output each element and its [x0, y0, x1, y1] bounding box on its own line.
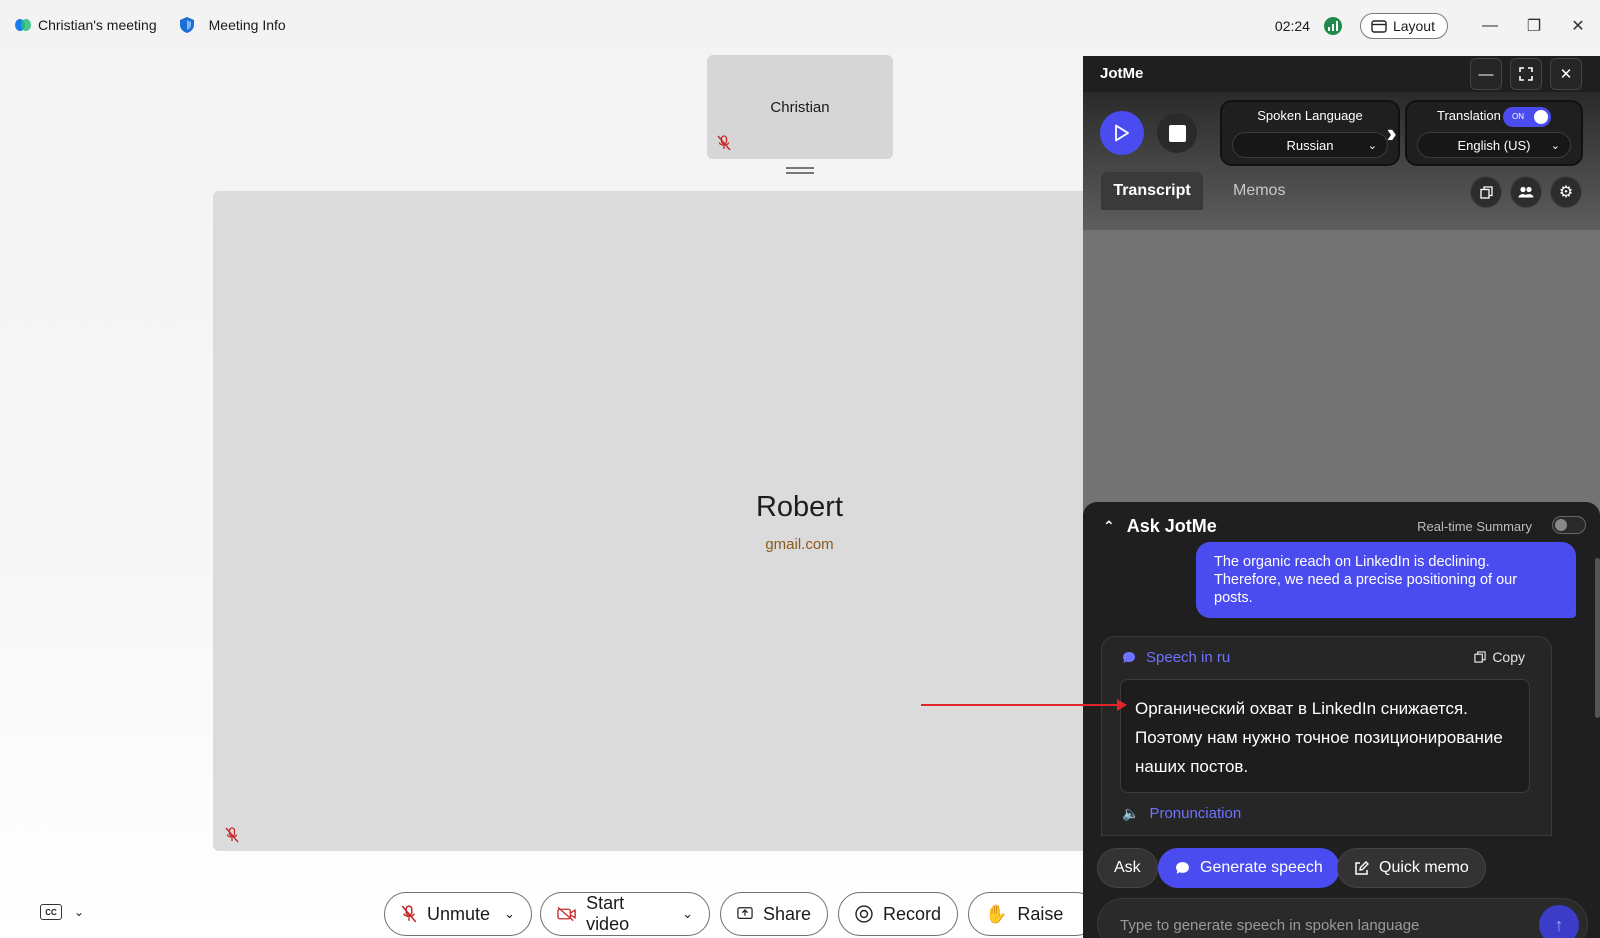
- start-video-label: Start video: [586, 893, 630, 934]
- share-screen-icon: [737, 907, 753, 920]
- meeting-title[interactable]: Christian's meeting: [14, 17, 157, 33]
- resize-handle[interactable]: [786, 167, 814, 174]
- meeting-info-label: Meeting Info: [208, 17, 286, 33]
- copy-icon: [1474, 651, 1486, 663]
- chevron-down-icon: ⌄: [1550, 139, 1560, 152]
- pronunciation-button[interactable]: 🔈 Pronunciation: [1122, 805, 1241, 822]
- raise-hand-icon: ✋: [985, 903, 1008, 924]
- ask-jotme-panel: ⌃ Ask JotMe Real-time Summary The organi…: [1083, 502, 1600, 938]
- arrow-up-icon: ↑: [1554, 914, 1564, 935]
- copy-button[interactable]: Copy: [1474, 649, 1525, 665]
- spoken-language-label: Spoken Language: [1257, 108, 1363, 123]
- jotme-fullscreen-button[interactable]: [1510, 58, 1542, 90]
- record-label: Record: [882, 903, 941, 924]
- generate-speech-button[interactable]: Generate speech: [1158, 848, 1340, 888]
- unmute-label: Unmute: [427, 903, 491, 924]
- play-button[interactable]: [1100, 111, 1144, 155]
- tab-memos[interactable]: Memos: [1233, 172, 1285, 210]
- chevron-down-icon: ⌄: [1367, 139, 1377, 152]
- realtime-summary-toggle[interactable]: [1552, 516, 1586, 534]
- annotation-arrow-line: [921, 704, 1118, 706]
- participants-button[interactable]: [1510, 176, 1542, 208]
- closed-captions-icon: CC: [40, 904, 62, 920]
- thumbnail-participant-name: Christian: [770, 99, 830, 116]
- shield-icon: [179, 17, 194, 33]
- copy-transcript-button[interactable]: [1470, 176, 1502, 208]
- chat-bubble-icon: [1176, 862, 1189, 874]
- speech-card: Speech in ru Copy Органический охват в L…: [1101, 636, 1552, 836]
- share-button[interactable]: Share: [720, 892, 828, 936]
- mic-muted-icon: [401, 905, 417, 923]
- chat-bubble-icon: [1123, 652, 1135, 663]
- user-message-bubble: The organic reach on LinkedIn is declini…: [1196, 542, 1576, 618]
- speech-input[interactable]: [1120, 913, 1520, 937]
- mic-muted-icon: [225, 827, 239, 843]
- jotme-minimize-button[interactable]: —: [1470, 58, 1502, 90]
- layout-button[interactable]: Layout: [1359, 13, 1448, 39]
- scrollbar[interactable]: [1595, 558, 1600, 718]
- share-label: Share: [762, 903, 811, 924]
- title-bar: Christian's meeting Meeting Info 02:24 L…: [0, 0, 1600, 52]
- speech-input-container: ↑: [1097, 898, 1588, 938]
- jotme-title: JotMe: [1100, 65, 1144, 82]
- record-icon: [855, 905, 873, 923]
- chevron-down-icon[interactable]: ⌄: [504, 906, 515, 922]
- ask-jotme-title: Ask JotMe: [1126, 516, 1217, 536]
- layout-label: Layout: [1392, 18, 1435, 34]
- mic-muted-icon: [717, 135, 731, 151]
- meeting-title-text: Christian's meeting: [38, 17, 157, 33]
- closed-captions-button[interactable]: CC ⌄: [40, 904, 84, 920]
- generated-speech-text: Органический охват в LinkedIn снижается.…: [1120, 679, 1530, 793]
- speaker-icon: 🔈: [1122, 805, 1140, 821]
- realtime-summary-label: Real-time Summary: [1417, 519, 1532, 534]
- webex-logo-icon: [15, 19, 31, 31]
- users-icon: [1518, 186, 1534, 198]
- chevron-down-icon: ⌄: [74, 905, 85, 919]
- send-button[interactable]: ↑: [1539, 905, 1579, 938]
- spoken-language-select[interactable]: Russian ⌄: [1232, 132, 1388, 158]
- start-video-button[interactable]: Start video ⌄: [540, 892, 710, 936]
- settings-button[interactable]: ⚙: [1550, 176, 1582, 208]
- raise-hand-button[interactable]: ✋ Raise ☺: [968, 892, 1102, 936]
- ask-button[interactable]: Ask: [1097, 848, 1158, 888]
- gear-icon: ⚙: [1558, 184, 1574, 201]
- tab-transcript[interactable]: Transcript: [1101, 172, 1203, 210]
- jotme-close-button[interactable]: ✕: [1550, 58, 1582, 90]
- chevron-down-icon[interactable]: ⌄: [682, 906, 693, 922]
- restore-window-button[interactable]: ❐: [1512, 12, 1556, 40]
- jotme-panel: JotMe — ✕ Spoken Language Russian ⌄ ›› T…: [1083, 56, 1600, 938]
- record-button[interactable]: Record: [838, 892, 958, 936]
- spoken-language-box: Spoken Language Russian ⌄: [1220, 100, 1400, 166]
- translation-box: Translation ON English (US) ⌄: [1405, 100, 1583, 166]
- close-window-button[interactable]: ✕: [1556, 12, 1600, 40]
- translation-toggle[interactable]: ON: [1503, 107, 1551, 127]
- annotation-arrow-head: [1117, 699, 1127, 711]
- copy-icon: [1479, 185, 1493, 199]
- tab-divider: [1101, 210, 1583, 211]
- meeting-timer: 02:24: [1274, 18, 1310, 34]
- unmute-button[interactable]: Unmute ⌄: [384, 892, 532, 936]
- network-signal-icon[interactable]: [1323, 17, 1342, 35]
- expand-icon: [1519, 67, 1533, 81]
- meeting-info-button[interactable]: Meeting Info: [179, 16, 286, 34]
- spoken-language-value: Russian: [1286, 137, 1334, 153]
- speech-card-title: Speech in ru: [1122, 649, 1230, 666]
- quick-memo-button[interactable]: Quick memo: [1337, 848, 1486, 888]
- stop-icon: [1168, 124, 1186, 142]
- minimize-window-button[interactable]: —: [1468, 12, 1512, 40]
- edit-icon: [1355, 860, 1369, 875]
- chevron-up-icon: ⌃: [1103, 518, 1115, 534]
- video-off-icon: [557, 906, 576, 922]
- stop-button[interactable]: [1157, 113, 1197, 153]
- ask-jotme-header[interactable]: ⌃ Ask JotMe: [1103, 516, 1217, 537]
- jotme-header: JotMe — ✕: [1083, 56, 1600, 92]
- participant-thumbnail[interactable]: Christian: [707, 55, 893, 159]
- translation-language-value: English (US): [1457, 137, 1531, 153]
- layout-icon: [1371, 19, 1387, 33]
- play-icon: [1115, 124, 1129, 142]
- raise-label: Raise: [1017, 903, 1064, 924]
- translation-language-select[interactable]: English (US) ⌄: [1417, 132, 1571, 158]
